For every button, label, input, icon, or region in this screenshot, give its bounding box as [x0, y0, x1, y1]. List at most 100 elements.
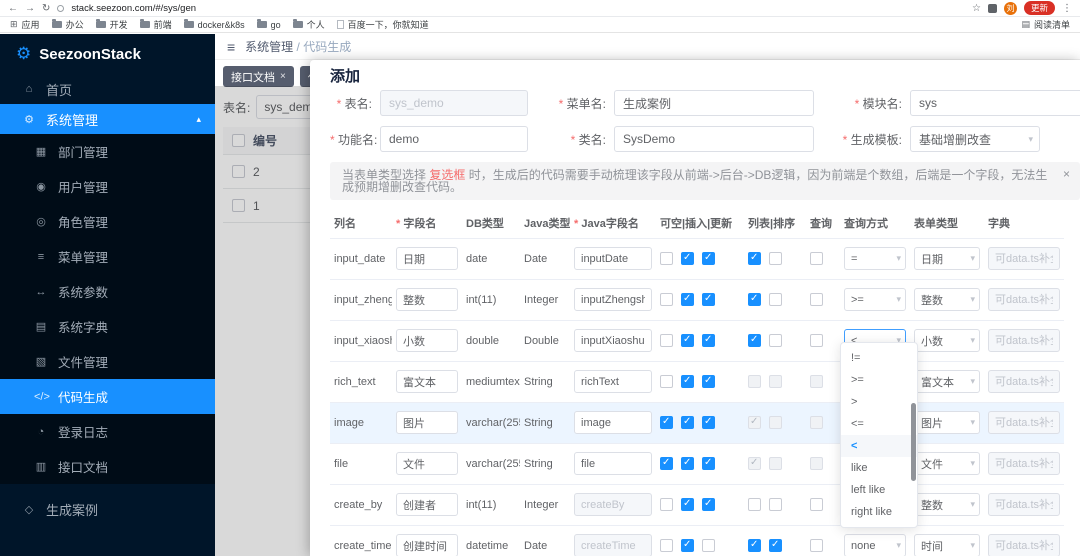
insert-checkbox[interactable]	[681, 498, 694, 511]
breadcrumb-parent[interactable]: 系统管理	[245, 40, 293, 54]
update-checkbox[interactable]	[702, 416, 715, 429]
bookmark-item[interactable]: go	[256, 19, 281, 30]
dropdown-option[interactable]: <=	[841, 413, 917, 435]
nullable-checkbox[interactable]	[660, 539, 673, 552]
sidebar-item-system-management[interactable]: ⚙ 系统管理 ▴	[0, 104, 215, 134]
tab-close-icon[interactable]: ×	[280, 71, 286, 82]
list-checkbox[interactable]	[748, 498, 761, 511]
hamburger-icon[interactable]: ≡	[227, 39, 235, 55]
nullable-checkbox[interactable]	[660, 457, 673, 470]
dropdown-scrollbar[interactable]	[911, 403, 916, 481]
extensions-icon[interactable]	[987, 3, 997, 13]
sidebar-item-dept-management[interactable]: ▦ 部门管理	[0, 134, 215, 169]
insert-checkbox[interactable]	[681, 334, 694, 347]
query-checkbox[interactable]	[810, 539, 823, 552]
bookmark-item[interactable]: 办公	[51, 18, 84, 31]
insert-checkbox[interactable]	[681, 252, 694, 265]
sidebar-item-home[interactable]: ⌂ 首页	[0, 74, 215, 104]
browser-menu-icon[interactable]: ⋮	[1062, 3, 1072, 14]
field-name-input[interactable]	[396, 452, 458, 475]
list-checkbox[interactable]	[748, 334, 761, 347]
form-type-select[interactable]: 日期 ▾	[914, 247, 980, 270]
java-field-input[interactable]	[574, 247, 652, 270]
sort-checkbox[interactable]	[769, 252, 782, 265]
field-name-input[interactable]	[396, 370, 458, 393]
sidebar-item-api-docs[interactable]: ▥ 接口文档	[0, 449, 215, 484]
query-checkbox[interactable]	[810, 498, 823, 511]
update-checkbox[interactable]	[702, 334, 715, 347]
query-type-select[interactable]: >= ▾	[844, 288, 906, 311]
bookmark-item[interactable]: 百度一下，你就知道	[336, 18, 429, 31]
sort-checkbox[interactable]	[769, 293, 782, 306]
sidebar-item-gen-case[interactable]: ◇ 生成案例	[0, 494, 215, 524]
address-bar[interactable]: stack.seezoon.com/#/sys/gen	[71, 3, 196, 14]
site-info-icon[interactable]	[57, 4, 65, 12]
dropdown-option[interactable]: !=	[841, 347, 917, 369]
java-field-input[interactable]	[574, 288, 652, 311]
function-name-field[interactable]	[380, 126, 528, 152]
insert-checkbox[interactable]	[681, 375, 694, 388]
template-select[interactable]: 基础增删改查 ▾	[910, 126, 1040, 152]
field-name-input[interactable]	[396, 247, 458, 270]
dropdown-option[interactable]: right like	[841, 501, 917, 523]
bookmark-item[interactable]: 前端	[139, 18, 172, 31]
dropdown-option[interactable]: <	[841, 435, 917, 457]
query-checkbox[interactable]	[810, 334, 823, 347]
sort-checkbox[interactable]	[769, 539, 782, 552]
nullable-checkbox[interactable]	[660, 375, 673, 388]
java-field-input[interactable]	[574, 452, 652, 475]
java-field-input[interactable]	[574, 329, 652, 352]
update-checkbox[interactable]	[702, 457, 715, 470]
sidebar-item-user-management[interactable]: ◉ 用户管理	[0, 169, 215, 204]
forward-icon[interactable]: →	[25, 3, 35, 14]
reading-list-button[interactable]: ▤ 阅读清单	[1021, 18, 1070, 31]
update-checkbox[interactable]	[702, 539, 715, 552]
sidebar-item-file-management[interactable]: ▧ 文件管理	[0, 344, 215, 379]
insert-checkbox[interactable]	[681, 539, 694, 552]
form-type-select[interactable]: 时间 ▾	[914, 534, 980, 556]
class-name-field[interactable]	[614, 126, 814, 152]
dropdown-option[interactable]: >	[841, 391, 917, 413]
query-type-select[interactable]: none ▾	[844, 534, 906, 556]
sort-checkbox[interactable]	[769, 498, 782, 511]
tab-api-docs[interactable]: 接口文档 ×	[223, 66, 294, 87]
dropdown-option[interactable]: >=	[841, 369, 917, 391]
nullable-checkbox[interactable]	[660, 334, 673, 347]
java-field-input[interactable]	[574, 411, 652, 434]
module-name-field[interactable]	[910, 90, 1080, 116]
java-field-input[interactable]	[574, 370, 652, 393]
query-checkbox[interactable]	[810, 252, 823, 265]
sidebar-item-system-dict[interactable]: ▤ 系统字典	[0, 309, 215, 344]
field-name-input[interactable]	[396, 288, 458, 311]
form-type-select[interactable]: 富文本 ▾	[914, 370, 980, 393]
nullable-checkbox[interactable]	[660, 498, 673, 511]
query-type-select[interactable]: = ▾	[844, 247, 906, 270]
dropdown-option[interactable]: left like	[841, 479, 917, 501]
sort-checkbox[interactable]	[769, 334, 782, 347]
chrome-update-button[interactable]: 更新	[1023, 1, 1055, 15]
sidebar-item-role-management[interactable]: ◎ 角色管理	[0, 204, 215, 239]
nullable-checkbox[interactable]	[660, 293, 673, 306]
form-type-select[interactable]: 整数 ▾	[914, 493, 980, 516]
insert-checkbox[interactable]	[681, 416, 694, 429]
form-type-select[interactable]: 文件 ▾	[914, 452, 980, 475]
bookmark-item[interactable]: 开发	[95, 18, 128, 31]
nullable-checkbox[interactable]	[660, 416, 673, 429]
reload-icon[interactable]: ↻	[42, 3, 50, 14]
insert-checkbox[interactable]	[681, 457, 694, 470]
list-checkbox[interactable]	[748, 252, 761, 265]
list-checkbox[interactable]	[748, 539, 761, 552]
sidebar-item-menu-management[interactable]: ≡ 菜单管理	[0, 239, 215, 274]
update-checkbox[interactable]	[702, 293, 715, 306]
field-name-input[interactable]	[396, 534, 458, 556]
field-name-input[interactable]	[396, 493, 458, 516]
alert-close-icon[interactable]: ×	[1063, 168, 1070, 180]
bookmark-item[interactable]: ⊞ 应用	[10, 18, 40, 31]
field-name-input[interactable]	[396, 411, 458, 434]
back-icon[interactable]: ←	[8, 3, 18, 14]
profile-avatar[interactable]: 刘	[1003, 1, 1017, 15]
form-type-select[interactable]: 图片 ▾	[914, 411, 980, 434]
list-checkbox[interactable]	[748, 293, 761, 306]
field-name-input[interactable]	[396, 329, 458, 352]
bookmark-item[interactable]: docker&k8s	[183, 19, 245, 30]
